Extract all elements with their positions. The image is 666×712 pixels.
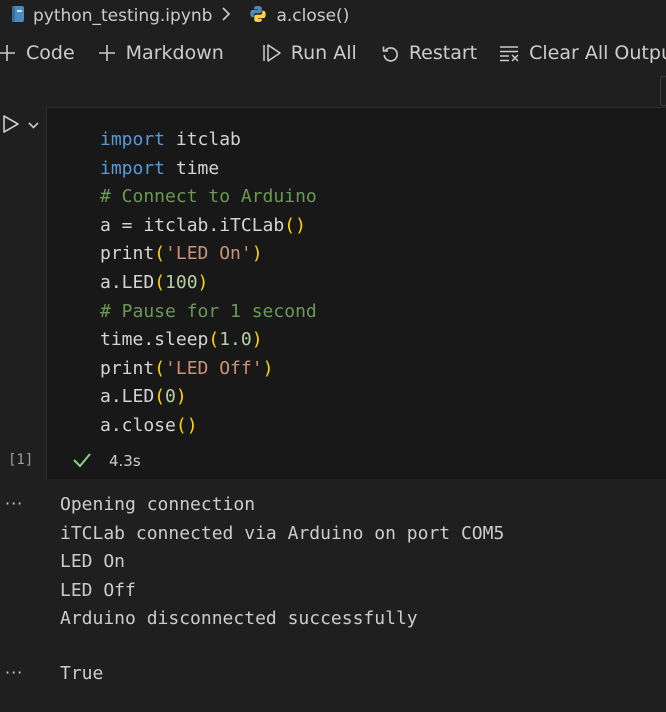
output-more-icon[interactable]: ··· <box>5 663 23 682</box>
code-token: itclab <box>165 129 241 150</box>
code-token: ( <box>154 271 166 293</box>
add-code-label: Code <box>26 42 75 64</box>
notebook-toolbar: Code Markdown Run All Restart Clear All … <box>0 36 666 70</box>
breadcrumb-file[interactable]: python_testing.ipynb <box>0 5 212 28</box>
add-code-cell-button[interactable]: Code <box>0 36 75 70</box>
execution-count: [1] <box>8 452 34 468</box>
code-token: 'LED Off' <box>165 357 263 379</box>
code-token: ( <box>154 243 166 265</box>
clear-all-outputs-button[interactable]: Clear All Outputs <box>499 36 666 70</box>
code-line[interactable]: a.LED(0) <box>100 383 317 412</box>
code-token: a.close <box>100 414 176 436</box>
chevron-down-icon[interactable] <box>27 117 40 136</box>
code-line[interactable]: # Pause for 1 second <box>100 298 317 327</box>
run-all-label: Run All <box>290 42 357 64</box>
code-token: ) <box>262 357 274 379</box>
code-token: # Connect to Arduino <box>100 186 317 208</box>
code-line[interactable]: print('LED Off') <box>100 355 317 384</box>
code-token: ) <box>197 271 209 293</box>
code-token: a = itclab.iTCLab <box>100 214 285 236</box>
breadcrumb-file-label: python_testing.ipynb <box>33 6 213 26</box>
code-token: () <box>175 414 198 436</box>
run-cell-button[interactable] <box>2 114 20 138</box>
stdout-output: Opening connection iTCLab connected via … <box>60 494 505 630</box>
restart-button[interactable]: Restart <box>381 36 477 70</box>
code-line[interactable]: a.close() <box>100 412 317 441</box>
code-token: 0 <box>165 386 176 408</box>
code-token: ) <box>175 386 187 408</box>
code-token: 'LED On' <box>165 243 252 265</box>
code-line[interactable]: a.LED(100) <box>100 269 317 298</box>
breadcrumb: python_testing.ipynb a.close() <box>0 0 666 32</box>
run-all-icon <box>262 43 282 63</box>
code-token: ( <box>208 329 220 351</box>
code-line[interactable]: a = itclab.iTCLab() <box>100 212 317 241</box>
check-icon <box>72 451 92 473</box>
code-token: a.LED <box>100 271 155 293</box>
code-token: a.LED <box>100 386 155 408</box>
notebook-icon <box>11 5 25 28</box>
code-token: print <box>100 357 155 379</box>
python-icon <box>249 5 267 28</box>
clear-all-icon <box>499 44 521 62</box>
code-token: ( <box>154 386 166 408</box>
execution-duration: 4.3s <box>109 452 141 470</box>
add-markdown-cell-button[interactable]: Markdown <box>98 36 224 70</box>
breadcrumb-symbol[interactable]: a.close() <box>239 5 349 28</box>
code-token: print <box>100 243 155 265</box>
code-token: 1.0 <box>219 329 252 351</box>
code-token: import <box>100 157 166 179</box>
plus-icon <box>0 44 16 62</box>
code-token: () <box>284 214 306 236</box>
breadcrumb-symbol-label: a.close() <box>276 6 350 26</box>
run-all-button[interactable]: Run All <box>262 36 357 70</box>
plus-icon <box>98 44 116 62</box>
code-line[interactable]: print('LED On') <box>100 240 317 269</box>
code-token: time.sleep <box>100 329 209 351</box>
code-line[interactable]: # Connect to Arduino <box>100 183 317 212</box>
code-line[interactable]: import itclab <box>100 126 317 155</box>
code-block[interactable]: import itclab import time # Connect to Ard… <box>100 126 317 441</box>
code-line[interactable]: time.sleep(1.0) <box>100 326 317 355</box>
scroll-marker <box>660 76 666 106</box>
output-more-icon[interactable]: ··· <box>5 494 23 513</box>
result-output: True <box>60 663 104 684</box>
code-token: ( <box>154 357 166 379</box>
code-token: 100 <box>165 271 198 293</box>
restart-label: Restart <box>408 42 478 64</box>
code-line[interactable]: import time <box>100 155 317 184</box>
add-markdown-label: Markdown <box>125 42 224 64</box>
code-token: ) <box>251 243 263 265</box>
code-token: import <box>100 129 166 150</box>
clear-all-label: Clear All Outputs <box>529 42 666 64</box>
chevron-right-icon <box>221 6 231 26</box>
restart-icon <box>381 44 400 63</box>
code-token: time <box>165 157 220 179</box>
code-token: # Pause for 1 second <box>100 300 317 322</box>
code-token: ) <box>251 329 263 351</box>
